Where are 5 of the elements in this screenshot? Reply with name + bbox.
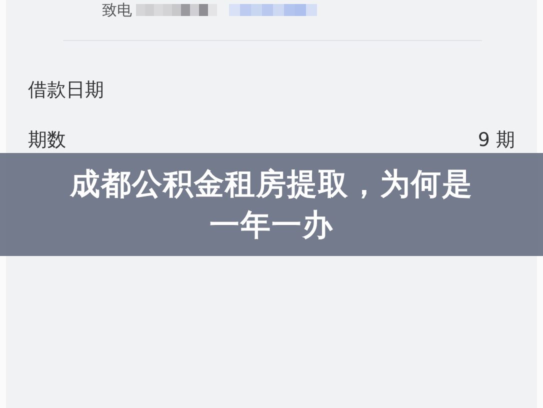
contact-label: 致电 <box>102 0 132 20</box>
row-value: 9 期 <box>478 128 515 153</box>
banner-title: 成都公积金租房提取，为何是一年一办 <box>68 166 474 244</box>
section-title: 借款日期 <box>27 78 105 103</box>
row-label: 期数 <box>28 128 66 153</box>
